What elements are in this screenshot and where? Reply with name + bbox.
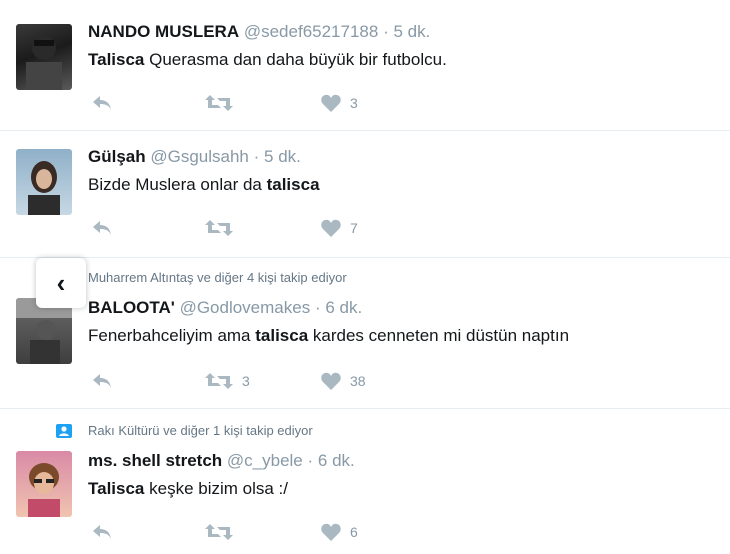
text-part: keşke bizim olsa :/ xyxy=(144,479,288,498)
follow-context: Rakı Kültürü ve diğer 1 kişi takip ediyo… xyxy=(88,423,313,438)
tweet-3[interactable]: Muharrem Altıntaş ve diğer 4 kişi takip … xyxy=(0,258,730,408)
like-icon xyxy=(321,94,341,112)
tweet-text: Talisca Querasma dan daha büyük bir futb… xyxy=(88,50,447,70)
tweet-time[interactable]: 6 dk. xyxy=(325,298,362,317)
tweet-2[interactable]: Gülşah @Gsgulsahh · 5 dk. Bizde Muslera … xyxy=(0,131,730,257)
tweet-time[interactable]: 6 dk. xyxy=(318,451,355,470)
text-part: Querasma dan daha büyük bir futbolcu. xyxy=(144,50,447,69)
text-part: Talisca xyxy=(88,479,145,498)
retweet-button[interactable] xyxy=(204,521,242,543)
previous-button[interactable]: ‹ xyxy=(36,258,86,308)
text-part: Bizde Muslera onlar da xyxy=(88,175,267,194)
reply-icon xyxy=(93,374,111,388)
text-part: talisca xyxy=(255,326,309,345)
avatar-image xyxy=(26,36,62,90)
reply-icon xyxy=(93,221,111,235)
display-name[interactable]: NANDO MUSLERA xyxy=(88,22,239,41)
retweet-icon xyxy=(205,95,233,111)
like-icon xyxy=(321,219,341,237)
tweet-text: Talisca keşke bizim olsa :/ xyxy=(88,479,288,499)
like-button[interactable]: 7 xyxy=(320,217,358,239)
follow-context: Muharrem Altıntaş ve diğer 4 kişi takip … xyxy=(88,270,347,285)
reply-button[interactable] xyxy=(90,370,114,392)
separator-dot: · xyxy=(314,298,321,317)
user-handle[interactable]: @Godlovemakes xyxy=(180,298,311,317)
retweet-icon xyxy=(205,524,233,540)
retweet-count: 3 xyxy=(242,373,250,389)
tweet-actions: 7 xyxy=(88,217,488,239)
tweet-time[interactable]: 5 dk. xyxy=(393,22,430,41)
reply-icon xyxy=(93,525,111,539)
follow-context-icon xyxy=(56,424,72,438)
reply-button[interactable] xyxy=(90,92,114,114)
avatar-image xyxy=(28,463,60,517)
avatar[interactable] xyxy=(16,149,72,215)
separator-dot: · xyxy=(307,451,314,470)
like-count: 6 xyxy=(350,524,358,540)
tweet-actions: 3 38 xyxy=(88,370,488,392)
text-part: Fenerbahceliyim ama xyxy=(88,326,256,345)
separator-dot: · xyxy=(253,147,260,166)
text-part: kardes cenneten mi düstün naptın xyxy=(308,326,570,345)
tweet-header: NANDO MUSLERA @sedef65217188 · 5 dk. xyxy=(88,22,430,42)
like-button[interactable]: 6 xyxy=(320,521,358,543)
like-count: 7 xyxy=(350,220,358,236)
tweet-text: Bizde Muslera onlar da talisca xyxy=(88,175,320,195)
tweet-actions: 6 xyxy=(88,521,488,543)
avatar-image xyxy=(28,161,60,215)
tweet-actions: 3 xyxy=(88,92,488,114)
tweet-header: Gülşah @Gsgulsahh · 5 dk. xyxy=(88,147,301,167)
separator-dot: · xyxy=(383,22,389,41)
tweet-header: BALOOTA' @Godlovemakes · 6 dk. xyxy=(88,298,362,318)
text-part: talisca xyxy=(266,175,320,194)
user-handle[interactable]: @Gsgulsahh xyxy=(150,147,249,166)
like-count: 38 xyxy=(350,373,366,389)
avatar[interactable] xyxy=(16,24,72,90)
text-part: Talisca xyxy=(88,50,145,69)
user-handle[interactable]: @sedef65217188 xyxy=(244,22,378,41)
display-name[interactable]: Gülşah xyxy=(88,147,146,166)
retweet-button[interactable]: 3 xyxy=(204,370,250,392)
like-button[interactable]: 3 xyxy=(320,92,358,114)
reply-icon xyxy=(93,96,111,110)
reply-button[interactable] xyxy=(90,217,114,239)
tweet-1[interactable]: NANDO MUSLERA @sedef65217188 · 5 dk. Tal… xyxy=(0,0,730,130)
tweet-time[interactable]: 5 dk. xyxy=(264,147,301,166)
retweet-icon xyxy=(205,373,233,389)
display-name[interactable]: BALOOTA' xyxy=(88,298,175,317)
chevron-left-icon: ‹ xyxy=(56,267,66,298)
tweet-text: Fenerbahceliyim ama talisca kardes cenne… xyxy=(88,326,569,346)
retweet-icon xyxy=(205,220,233,236)
like-icon xyxy=(321,523,341,541)
reply-button[interactable] xyxy=(90,521,114,543)
like-icon xyxy=(321,372,341,390)
tweet-header: ms. shell stretch @c_ybele · 6 dk. xyxy=(88,451,355,471)
retweet-button[interactable] xyxy=(204,217,242,239)
retweet-button[interactable] xyxy=(204,92,242,114)
like-button[interactable]: 38 xyxy=(320,370,366,392)
tweet-4[interactable]: Rakı Kültürü ve diğer 1 kişi takip ediyo… xyxy=(0,409,730,554)
user-handle[interactable]: @c_ybele xyxy=(227,451,303,470)
avatar[interactable] xyxy=(16,451,72,517)
like-count: 3 xyxy=(350,95,358,111)
display-name[interactable]: ms. shell stretch xyxy=(88,451,222,470)
